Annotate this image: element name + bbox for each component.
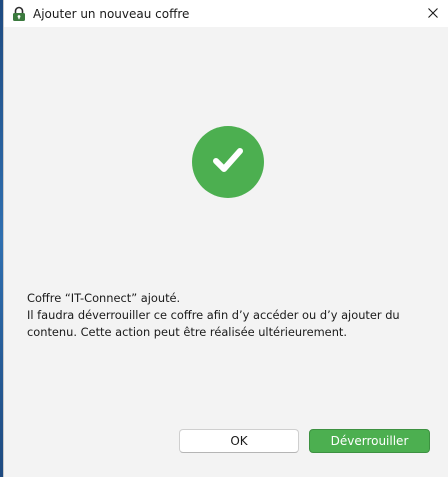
unlock-button[interactable]: Déverrouiller — [309, 429, 430, 453]
add-vault-dialog: Ajouter un nouveau coffre Coffre “IT-Con… — [3, 0, 448, 477]
close-button[interactable] — [418, 0, 448, 27]
title-bar: Ajouter un nouveau coffre — [4, 0, 448, 27]
checkmark-icon — [208, 140, 248, 184]
ok-button[interactable]: OK — [179, 429, 299, 453]
close-icon — [427, 4, 439, 23]
message-line-vault-added: Coffre “IT-Connect” ajouté. — [27, 291, 181, 305]
message-line-later-info: contenu. Cette action peut être réalisée… — [27, 325, 347, 339]
dialog-content: Coffre “IT-Connect” ajouté. Il faudra dé… — [4, 27, 448, 477]
keepass-lock-icon — [11, 6, 27, 22]
window-title: Ajouter un nouveau coffre — [33, 6, 190, 21]
message-line-unlock-info: Il faudra déverrouiller ce coffre afin d… — [27, 308, 400, 322]
success-indicator — [192, 126, 264, 198]
confirmation-message: Coffre “IT-Connect” ajouté. Il faudra dé… — [27, 290, 427, 341]
